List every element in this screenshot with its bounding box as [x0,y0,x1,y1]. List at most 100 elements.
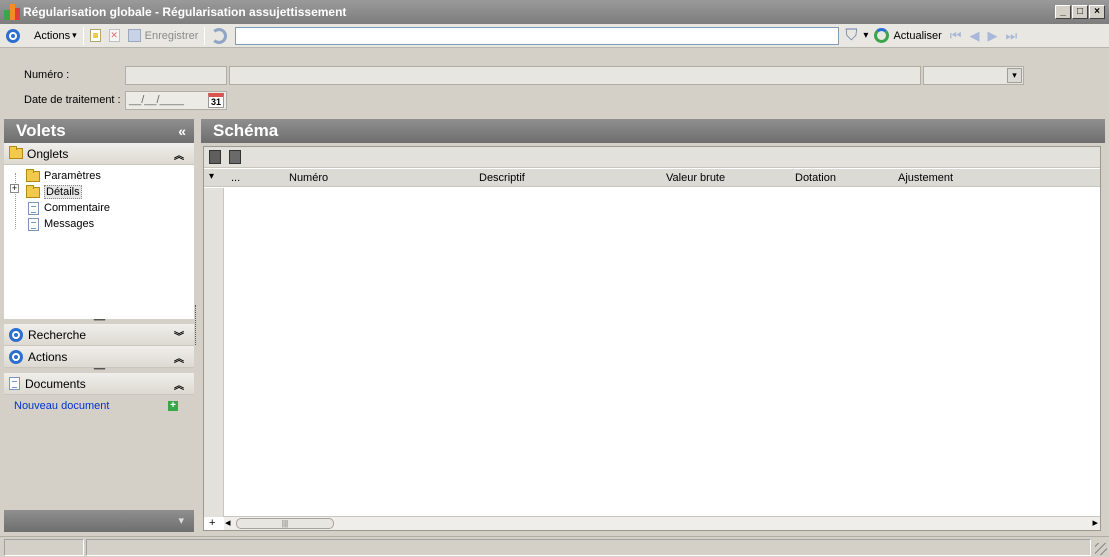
date-label: Date de traitement : [24,94,121,106]
horizontal-scrollbar[interactable]: ◂ ||| ▸ [224,516,1100,530]
close-button[interactable]: × [1089,5,1105,19]
type-select[interactable]: ▾ [923,66,1024,85]
chevron-up-icon[interactable]: ︽ [174,377,184,392]
add-row-plus-icon[interactable]: + [209,517,215,529]
onglets-section-header[interactable]: Onglets ︽ [4,143,194,165]
grid-add-row-icon[interactable] [209,150,221,164]
save-button[interactable]: Enregistrer [124,25,203,47]
calendar-icon[interactable]: 31 [208,93,224,108]
recherche-label: Recherche [28,327,87,342]
tree-item-details[interactable]: Détails [26,184,82,200]
chevron-down-icon: ▾ [863,30,869,41]
tree-item-parametres[interactable]: Paramètres [26,168,101,184]
refresh-button[interactable]: Actualiser [870,25,945,47]
onglets-tree: Paramètres + Détails Commentaire Message… [4,165,194,319]
window-title: Régularisation globale - Régularisation … [23,5,347,19]
maximize-button[interactable]: □ [1072,5,1088,19]
first-record-icon[interactable]: ⏮ [950,28,962,44]
chevron-down-icon[interactable]: ▾ [209,171,214,182]
chevron-down-icon[interactable]: ︾ [174,328,184,343]
search-circle-icon [9,327,23,342]
date-value: __/__/____ [129,94,185,106]
actions-circle-icon [9,349,23,364]
tree-item-label: Messages [44,218,95,230]
search-input[interactable] [235,26,840,45]
delete-button[interactable]: ✕ [105,25,124,47]
chevron-down-icon[interactable]: ▾ [178,514,184,527]
chevron-down-icon: ▾ [1012,70,1017,80]
description-field[interactable] [229,66,921,85]
schema-panel: Schéma ▾ ... Numéro Descriptif Valeur br… [201,119,1105,532]
collapse-panel-icon[interactable]: « [178,119,186,143]
document-icon [28,217,39,231]
chevron-up-icon[interactable]: ︽ [174,350,184,365]
numero-field[interactable] [125,66,227,85]
grid-edit-row-icon[interactable] [229,150,241,164]
numero-label: Numéro : [24,69,70,81]
title-bar: Régularisation globale - Régularisation … [0,0,1109,24]
documents-body: Nouveau document + [4,395,194,417]
toolbar: Actions ▾ ✕ Enregistrer ⛉ ▾ Actualiser ⏮… [0,24,1109,48]
tree-expander-icon[interactable]: + [10,184,19,193]
documents-section-header[interactable]: Documents ︽ [4,373,194,395]
select-arrow-button[interactable]: ▾ [1007,68,1022,83]
new-document-link[interactable]: Nouveau document [14,400,109,412]
scroll-right-icon[interactable]: ▸ [1092,516,1098,529]
refresh-icon [874,28,890,43]
new-document-icon [89,29,101,42]
app-logo-icon [4,4,20,20]
tree-item-commentaire[interactable]: Commentaire [28,200,110,216]
tree-item-label: Détails [44,185,82,199]
date-field[interactable]: __/__/____ 31 [125,91,227,110]
new-button[interactable] [86,25,105,47]
next-record-icon[interactable]: ▶ [987,28,997,44]
resize-grip-icon[interactable] [1095,543,1107,555]
actions-label: Actions [34,29,71,42]
grid-header-row: ▾ ... Numéro Descriptif Valeur brute Dot… [204,169,1100,187]
scroll-left-icon[interactable]: ◂ [225,516,231,529]
folder-icon [26,184,40,198]
volets-footer: ▾ [4,510,194,532]
column-header-ajustement[interactable]: Ajustement [898,172,953,184]
status-pane-left [4,539,84,556]
actions-menu[interactable]: Actions ▾ [0,25,81,47]
status-pane-main [86,539,1091,556]
recherche-section-header[interactable]: Recherche ︾ [4,324,194,346]
actions-section-header[interactable]: Actions ︽ [4,346,194,368]
scrollbar-thumb[interactable]: ||| [236,518,334,529]
column-header-expand[interactable]: ... [231,172,240,184]
tree-item-messages[interactable]: Messages [28,216,94,232]
filter-button[interactable]: ⛉ [841,25,861,47]
column-header-numero[interactable]: Numéro [289,172,328,184]
chevron-up-icon[interactable]: ︽ [174,147,184,162]
add-document-icon[interactable]: + [168,401,178,411]
grid-toolbar [204,147,1100,168]
volets-title: Volets [16,121,66,140]
sync-icon [211,27,228,44]
filter-dropdown[interactable]: ▾ [861,25,870,47]
tree-item-label: Paramètres [44,170,101,182]
column-header-descriptif[interactable]: Descriptif [479,172,525,184]
schema-grid: ▾ ... Numéro Descriptif Valeur brute Dot… [203,146,1101,531]
documents-label: Documents [25,376,86,391]
volets-header: Volets « [4,119,194,143]
row-selector-column [204,188,224,517]
actions-icon [6,28,20,43]
vertical-splitter[interactable] [195,305,198,345]
filter-icon: ⛉ [845,26,858,44]
status-bar [0,536,1109,557]
schema-title: Schéma [213,121,279,140]
refresh-label: Actualiser [893,29,942,42]
column-header-dotation[interactable]: Dotation [795,172,836,184]
toolbar-separator [204,26,206,45]
previous-record-icon[interactable]: ◀ [969,28,979,44]
actions-section-label: Actions [28,349,68,364]
calendar-day: 31 [210,97,221,107]
onglets-label: Onglets [27,146,69,161]
last-record-icon[interactable]: ⏭ [1005,28,1017,44]
scroll-thumb-grip: ||| [281,519,289,528]
column-header-valeur-brute[interactable]: Valeur brute [666,172,725,184]
document-icon [28,201,39,215]
minimize-button[interactable]: _ [1055,5,1071,19]
sync-button[interactable] [207,25,231,47]
